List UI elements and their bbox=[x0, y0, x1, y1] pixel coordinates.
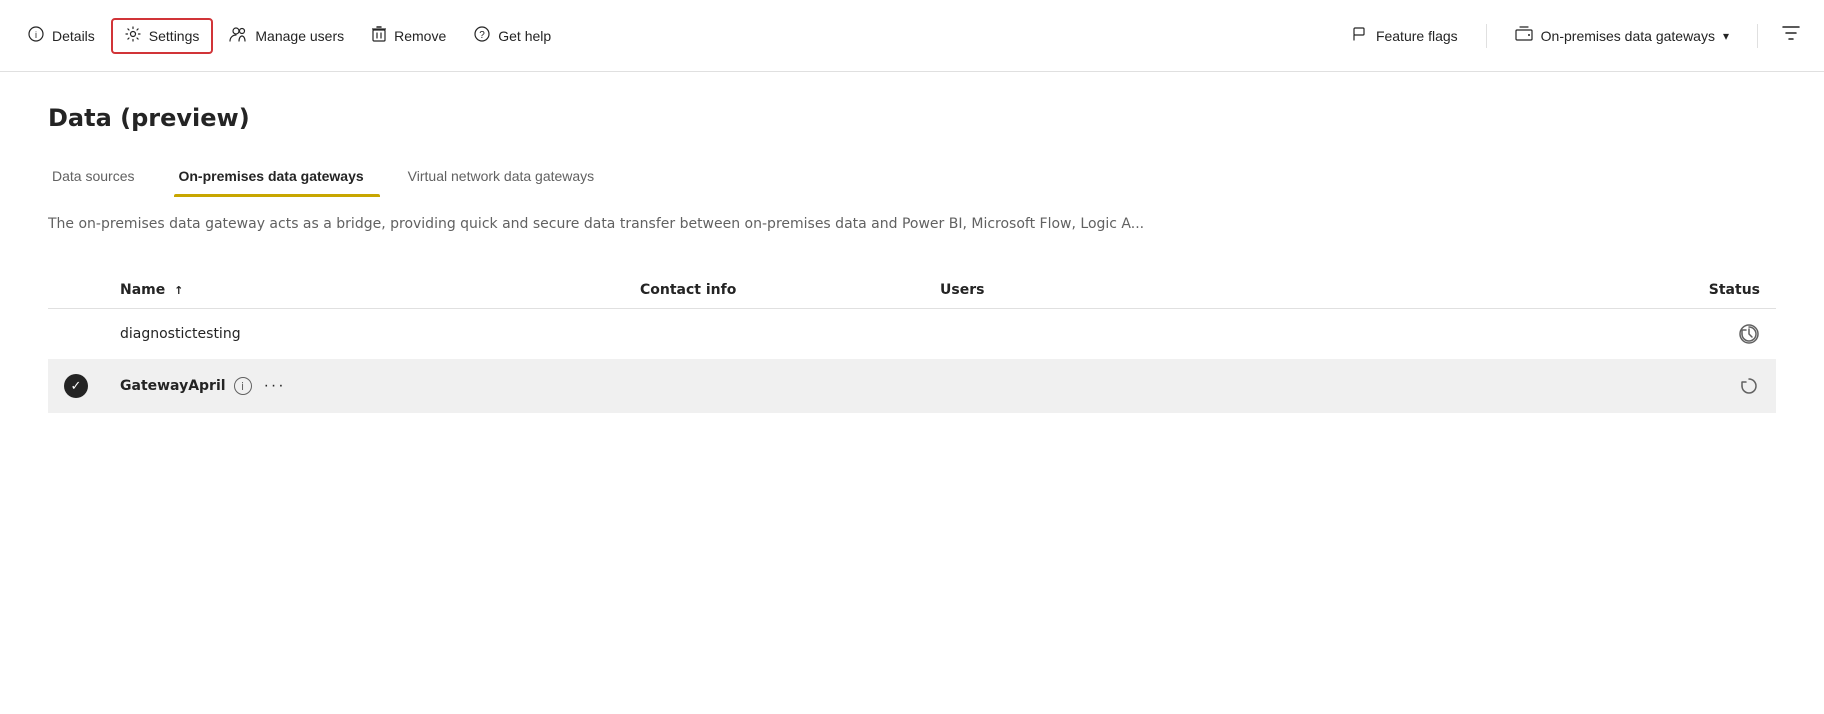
toolbar: i Details Settings bbox=[0, 0, 1824, 72]
remove-icon bbox=[372, 26, 386, 46]
tab-virtual-network[interactable]: Virtual network data gateways bbox=[404, 160, 611, 196]
row1-contact-cell bbox=[624, 309, 924, 360]
data-table: Name ↑ Contact info Users Status diagn bbox=[48, 272, 1776, 413]
row1-name-cell: diagnostictesting bbox=[104, 309, 624, 360]
get-help-icon: ? bbox=[474, 26, 490, 46]
row2-checkbox-cell[interactable]: ✓ bbox=[48, 360, 104, 413]
feature-flags-label: Feature flags bbox=[1376, 28, 1458, 44]
details-label: Details bbox=[52, 28, 95, 44]
tab-on-premises[interactable]: On-premises data gateways bbox=[174, 160, 379, 196]
tabs-container: Data sources On-premises data gateways V… bbox=[48, 160, 1776, 196]
page-title: Data (preview) bbox=[48, 104, 1776, 132]
svg-text:?: ? bbox=[479, 30, 485, 41]
row2-checkmark: ✓ bbox=[64, 374, 88, 398]
row2-status-cell bbox=[1124, 360, 1776, 413]
tab-data-sources[interactable]: Data sources bbox=[48, 160, 150, 196]
on-premises-dropdown-label: On-premises data gateways bbox=[1541, 28, 1715, 44]
on-premises-dropdown-button[interactable]: On-premises data gateways ▾ bbox=[1503, 20, 1741, 51]
toolbar-right: Feature flags On-premises data gateways … bbox=[1340, 20, 1808, 51]
manage-users-button[interactable]: Manage users bbox=[217, 20, 356, 52]
row1-checkbox-cell bbox=[48, 309, 104, 360]
row2-users-cell bbox=[924, 360, 1124, 413]
row1-status-icon bbox=[1140, 323, 1760, 345]
row2-info-icon[interactable]: i bbox=[234, 377, 252, 395]
details-icon: i bbox=[28, 26, 44, 46]
row1-name: diagnostictesting bbox=[120, 326, 241, 342]
feature-flags-icon bbox=[1352, 26, 1368, 45]
row1-status-cell bbox=[1124, 309, 1776, 360]
row1-users-cell bbox=[924, 309, 1124, 360]
svg-text:i: i bbox=[35, 30, 37, 40]
get-help-button[interactable]: ? Get help bbox=[462, 20, 563, 52]
toolbar-divider bbox=[1486, 24, 1487, 48]
settings-icon bbox=[125, 26, 141, 46]
col-header-contact[interactable]: Contact info bbox=[624, 272, 924, 309]
col-header-name[interactable]: Name ↑ bbox=[104, 272, 624, 309]
row2-contact-cell bbox=[624, 360, 924, 413]
manage-users-icon bbox=[229, 26, 247, 46]
feature-flags-button[interactable]: Feature flags bbox=[1340, 20, 1470, 51]
filter-button[interactable] bbox=[1774, 20, 1808, 51]
row2-name-wrapper: GatewayApril i ··· bbox=[120, 375, 608, 397]
table-row[interactable]: ✓ GatewayApril i ··· bbox=[48, 360, 1776, 413]
settings-button[interactable]: Settings bbox=[111, 18, 214, 54]
col-header-users[interactable]: Users bbox=[924, 272, 1124, 309]
get-help-label: Get help bbox=[498, 28, 551, 44]
row2-status-icon bbox=[1140, 375, 1760, 397]
table-row[interactable]: diagnostictesting bbox=[48, 309, 1776, 360]
remove-button[interactable]: Remove bbox=[360, 20, 458, 52]
sort-ascending-icon: ↑ bbox=[174, 284, 183, 297]
table-header-row: Name ↑ Contact info Users Status bbox=[48, 272, 1776, 309]
row2-name-cell: GatewayApril i ··· bbox=[104, 360, 624, 413]
settings-label: Settings bbox=[149, 28, 200, 44]
chevron-down-icon: ▾ bbox=[1723, 29, 1729, 43]
description-text: The on-premises data gateway acts as a b… bbox=[48, 216, 1776, 232]
details-button[interactable]: i Details bbox=[16, 20, 107, 52]
main-content: Data (preview) Data sources On-premises … bbox=[0, 72, 1824, 445]
col-header-status[interactable]: Status bbox=[1124, 272, 1776, 309]
col-header-checkbox bbox=[48, 272, 104, 309]
gateway-icon bbox=[1515, 26, 1533, 45]
row2-name: GatewayApril bbox=[120, 378, 226, 394]
toolbar-divider-2 bbox=[1757, 24, 1758, 48]
remove-label: Remove bbox=[394, 28, 446, 44]
filter-icon bbox=[1782, 26, 1800, 45]
manage-users-label: Manage users bbox=[255, 28, 344, 44]
toolbar-left: i Details Settings bbox=[16, 18, 1340, 54]
row2-more-button[interactable]: ··· bbox=[260, 375, 290, 397]
